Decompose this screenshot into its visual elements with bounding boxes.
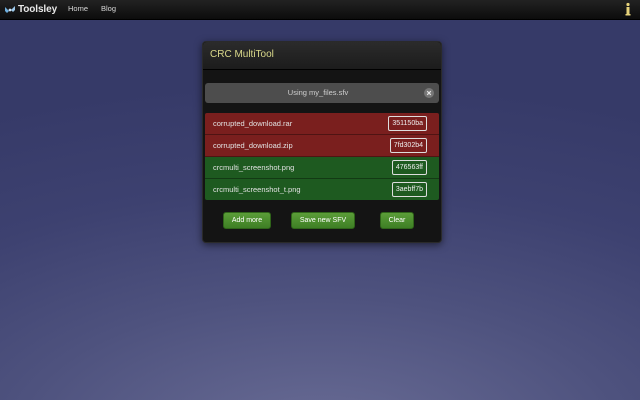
- panel-header: CRC MultiTool: [203, 42, 441, 70]
- sfv-file-bar: Using my_files.sfv: [205, 83, 439, 103]
- file-row[interactable]: crcmulti_screenshot.png 476563ff: [205, 157, 439, 179]
- brand-label: Toolsley: [18, 4, 58, 15]
- info-icon[interactable]: [624, 2, 632, 17]
- clear-button[interactable]: Clear: [380, 212, 414, 229]
- file-row[interactable]: corrupted_download.rar 351150ba: [205, 113, 439, 135]
- file-row[interactable]: corrupted_download.zip 7fd302b4: [205, 135, 439, 157]
- brand[interactable]: Toolsley: [4, 2, 57, 17]
- toolsley-logo-icon: [5, 5, 15, 13]
- file-row[interactable]: crcmulti_screenshot_t.png 3aebff7b: [205, 179, 439, 200]
- add-more-button[interactable]: Add more: [223, 212, 271, 229]
- save-new-sfv-button[interactable]: Save new SFV: [291, 212, 355, 229]
- close-icon[interactable]: [424, 88, 434, 98]
- file-list: corrupted_download.rar 351150ba corrupte…: [205, 113, 439, 200]
- nav-home-link[interactable]: Home: [68, 4, 88, 13]
- crc-badge: 351150ba: [388, 116, 427, 131]
- panel-title: CRC MultiTool: [210, 49, 274, 60]
- nav-blog-link[interactable]: Blog: [101, 4, 116, 13]
- crc-badge: 7fd302b4: [389, 138, 427, 153]
- crc-multitool-panel: CRC MultiTool Using my_files.sfv corrupt…: [202, 41, 442, 243]
- file-name: corrupted_download.zip: [213, 141, 293, 150]
- crc-badge: 476563ff: [391, 160, 427, 175]
- sfv-label: Using my_files.sfv: [287, 88, 349, 97]
- file-name: crcmulti_screenshot.png: [213, 163, 295, 172]
- file-name: corrupted_download.rar: [213, 119, 293, 128]
- top-nav-bar: Toolsley Home Blog: [0, 0, 640, 20]
- file-name: crcmulti_screenshot_t.png: [213, 185, 301, 194]
- crc-badge: 3aebff7b: [391, 182, 427, 197]
